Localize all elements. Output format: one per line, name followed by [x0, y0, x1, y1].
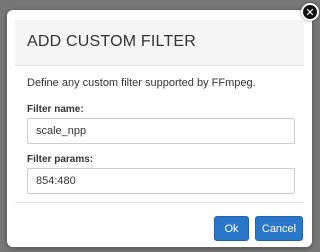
dialog-title: ADD CUSTOM FILTER — [27, 33, 197, 50]
filter-name-input[interactable] — [27, 118, 295, 144]
filter-params-input[interactable] — [27, 168, 295, 194]
filter-name-label: Filter name: — [27, 104, 84, 115]
dialog-body: Define any custom filter supported by FF… — [15, 66, 304, 247]
cancel-button[interactable]: Cancel — [255, 216, 303, 241]
add-custom-filter-dialog: ADD CUSTOM FILTER Define any custom filt… — [7, 10, 312, 247]
footer-divider — [15, 202, 304, 203]
ok-button[interactable]: Ok — [214, 216, 249, 241]
dialog-description: Define any custom filter supported by FF… — [27, 77, 256, 89]
close-icon[interactable]: ✕ — [301, 3, 319, 21]
dialog-header: ADD CUSTOM FILTER — [15, 20, 304, 66]
filter-params-label: Filter params: — [27, 154, 94, 165]
